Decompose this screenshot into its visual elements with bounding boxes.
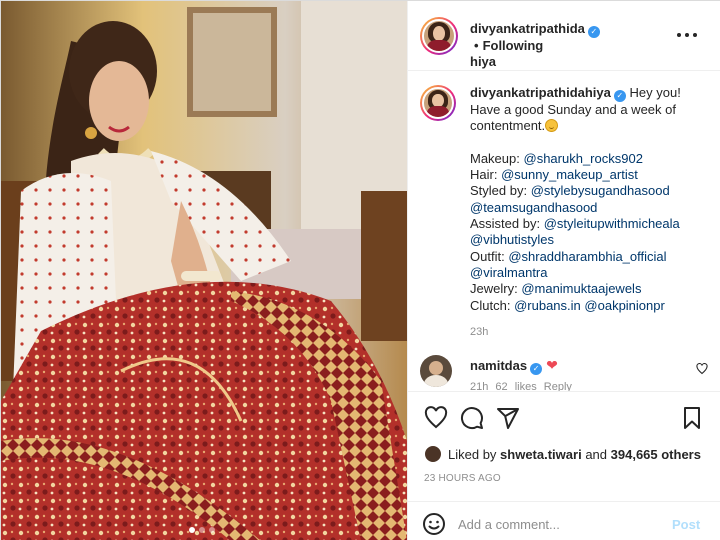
mention-link[interactable]: @sharukh_rocks902 [524, 151, 643, 166]
mention-link[interactable]: @sunny_makeup_artist [501, 167, 638, 182]
mention-link[interactable]: @manimuktaajewels [521, 281, 641, 296]
mention-link[interactable]: @oakpinionpr [584, 298, 664, 313]
comment-likes[interactable]: 62 likes [495, 381, 536, 391]
credit-label: Makeup: [470, 150, 520, 166]
comment-meta: 21h 62 likes Reply [470, 381, 572, 391]
caption-greeting-1: Hey you! [629, 85, 681, 100]
mention-link[interactable]: @styleitupwithmicheala [544, 216, 680, 231]
post-header: divyankatripathida ✓ • Following hiya [408, 1, 720, 71]
save-bookmark-icon[interactable] [680, 406, 704, 430]
following-button[interactable]: Following [483, 38, 544, 53]
post-comment-button[interactable]: Post [672, 517, 700, 532]
post-time-ago[interactable]: 23 HOURS AGO [424, 473, 501, 484]
credit-label: Outfit: [470, 248, 505, 264]
separator-dot: • [474, 38, 479, 53]
instagram-post-modal: divyankatripathida ✓• Following hiya divya… [0, 0, 720, 540]
reply-button[interactable]: Reply [544, 381, 572, 391]
post-image [1, 1, 407, 540]
comments-section[interactable]: divyankatripathidahiya ✓ Hey you! Have a … [408, 71, 720, 391]
verified-badge-icon: ✓ [587, 26, 600, 38]
caption-greeting-3: contentment. [470, 118, 546, 134]
caption-timestamp[interactable]: 23h [470, 324, 706, 340]
credit-label: Hair: [470, 167, 498, 183]
verified-badge-icon: ✓ [530, 363, 543, 375]
carousel-dots [189, 527, 215, 533]
commenter-username[interactable]: namitdas [470, 358, 527, 373]
liker-username[interactable]: shweta.tiwari [500, 447, 582, 462]
caption-username[interactable]: divyankatripathidahiya [470, 85, 611, 100]
mention-link[interactable]: @vibhutistyles [470, 232, 554, 247]
mention-link[interactable]: @teamsugandhasood [470, 200, 597, 215]
post-side-panel: divyankatripathida ✓• Following hiya divya… [407, 1, 720, 540]
liker-avatar[interactable] [424, 445, 442, 463]
red-heart-emoji-icon: ❤ [546, 357, 558, 373]
commenter-avatar[interactable] [420, 355, 452, 387]
post-actions-bar [408, 391, 720, 443]
more-options-icon[interactable] [676, 25, 698, 49]
comment-like-heart-icon[interactable] [696, 363, 708, 378]
mention-link[interactable]: @viralmantra [470, 265, 548, 280]
share-paper-plane-icon[interactable] [496, 406, 520, 430]
mention-link[interactable]: @stylebysugandhasood [531, 183, 670, 198]
comment-bubble-icon[interactable] [460, 406, 484, 430]
likes-summary: Liked by shweta.tiwari and 394,665 other… [424, 443, 714, 465]
likes-count[interactable]: 394,665 others [611, 447, 701, 462]
carousel-dot [199, 527, 205, 533]
author-username-continued[interactable]: hiya [470, 54, 496, 69]
author-name-block: divyankatripathida ✓ • Following hiya [470, 21, 660, 70]
like-heart-icon[interactable] [424, 406, 448, 430]
credit-label: Clutch: [470, 297, 511, 313]
emoji-picker-icon[interactable] [422, 512, 446, 536]
liked-and-label: and [585, 447, 608, 462]
post-photo[interactable] [1, 1, 407, 540]
mention-link[interactable]: @rubans.in [514, 298, 581, 313]
carousel-dot [189, 527, 195, 533]
verified-badge-icon: ✓ [613, 90, 626, 102]
comment-time[interactable]: 21h [470, 381, 488, 391]
liked-by-label: Liked by [448, 447, 497, 462]
smiling-face-emoji-icon [545, 119, 559, 133]
caption-greeting-2: Have a good Sunday and a week of [470, 102, 676, 117]
comment-item: namitdas ✓ ❤ 21h 62 likes Reply [420, 353, 716, 391]
caption-author-avatar[interactable] [420, 85, 456, 121]
author-avatar[interactable] [420, 17, 458, 55]
caption-text: divyankatripathidahiya ✓ Hey you! Have a … [470, 85, 706, 340]
credit-label: Styled by: [470, 183, 528, 199]
mention-link[interactable]: @shraddharambhia_official [508, 249, 666, 264]
credit-label: Jewelry: [470, 281, 518, 297]
add-comment-input[interactable] [458, 512, 658, 536]
add-comment-bar: Post [408, 501, 720, 540]
credit-label: Assisted by: [470, 216, 541, 232]
author-username[interactable]: divyankatripathida [470, 21, 585, 36]
carousel-dot [209, 527, 215, 533]
